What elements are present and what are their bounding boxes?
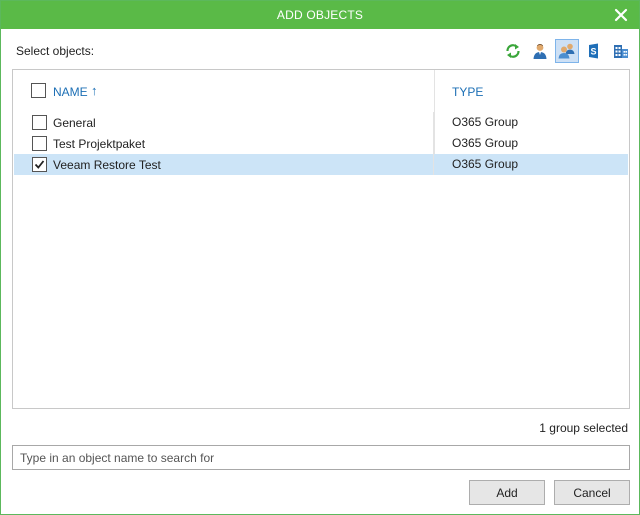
selection-status: 1 group selected [539,421,628,435]
organization-filter-button[interactable] [609,39,633,63]
checkmark-icon [34,160,45,169]
select-objects-label: Select objects: [16,44,95,58]
row-type: O365 Group [452,136,519,150]
user-icon [533,44,547,59]
column-divider [433,112,434,133]
sharepoint-icon: S [589,43,598,59]
organization-icon [614,45,628,58]
close-icon [614,8,628,22]
refresh-icon [506,44,520,58]
objects-grid: NAME ↑ TYPE General O365 Group Test Proj… [12,69,630,409]
row-name: Veeam Restore Test [53,158,161,172]
add-button[interactable]: Add [469,480,545,505]
sort-ascending-icon: ↑ [91,83,98,98]
table-row[interactable]: Test Projektpaket O365 Group [14,133,628,154]
row-checkbox[interactable] [32,136,47,151]
column-header-type[interactable]: TYPE [452,85,483,99]
sharepoint-filter-button[interactable]: S [582,39,606,63]
groups-filter-button[interactable] [555,39,579,63]
cancel-button[interactable]: Cancel [554,480,630,505]
row-name: General [53,116,96,130]
group-icon [558,43,575,59]
add-objects-dialog: ADD OBJECTS Select objects: S NAME ↑ TYP… [0,0,640,515]
grid-header: NAME ↑ TYPE [13,70,629,112]
row-name: Test Projektpaket [53,137,146,151]
refresh-button[interactable] [501,39,525,63]
table-row[interactable]: General O365 Group [14,112,628,133]
column-divider [433,154,434,175]
object-type-toolbar: S [501,39,633,63]
row-type: O365 Group [452,115,519,129]
column-divider [433,133,434,154]
select-all-checkbox[interactable] [31,83,46,98]
column-header-name[interactable]: NAME [53,85,88,99]
users-filter-button[interactable] [528,39,552,63]
row-checkbox-checked[interactable] [32,157,47,172]
row-type: O365 Group [452,157,519,171]
svg-text:S: S [590,47,596,57]
dialog-title: ADD OBJECTS [276,8,364,22]
row-checkbox[interactable] [32,115,47,130]
title-bar: ADD OBJECTS [1,1,639,29]
search-input[interactable] [12,445,630,470]
close-button[interactable] [613,7,629,23]
table-row-selected[interactable]: Veeam Restore Test O365 Group [14,154,628,175]
